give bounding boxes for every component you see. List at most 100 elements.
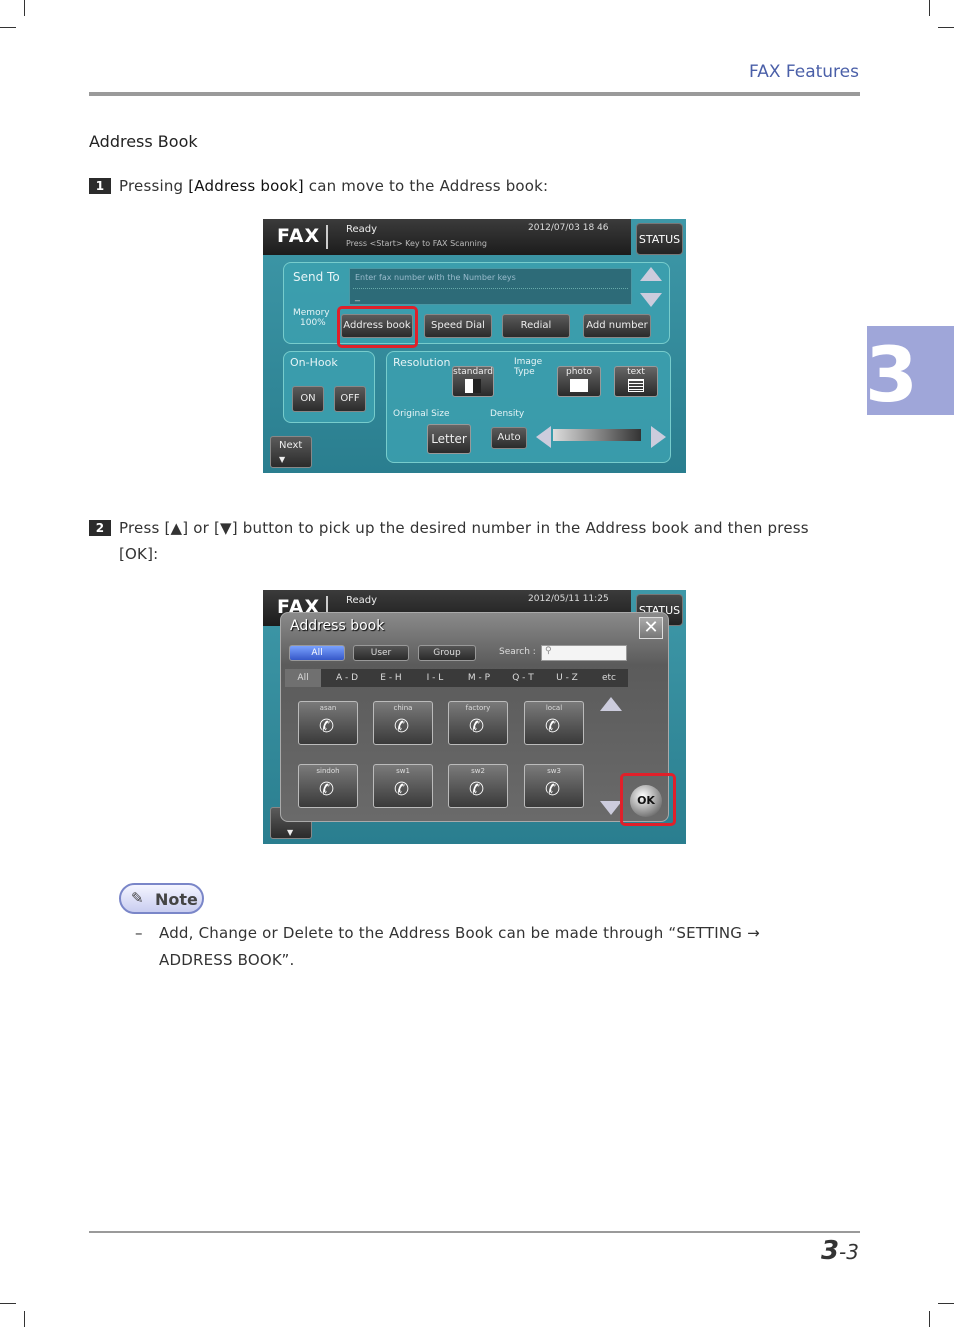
image-type-photo-button[interactable]: photo [557,366,601,397]
redial-button[interactable]: Redial [502,314,570,338]
next-button[interactable]: Next ▼ [270,436,312,468]
image-type-text-button[interactable]: text [614,366,658,397]
phone-icon: ✆ [545,779,561,800]
note-text: – Add, Change or Delete to the Address Bo… [135,920,760,974]
input-dotted-line [353,288,628,289]
step-text: Pressing [119,177,189,195]
address-entry[interactable]: sw2 ✆ [448,764,508,808]
speed-dial-button[interactable]: Speed Dial [424,314,492,338]
chevron-down-icon: ▼ [287,828,294,837]
search-icon: ⚲ [545,646,552,656]
note-line: ADDRESS BOOK”. [159,951,295,969]
step-text: Press [▲] or [▼] button to pick up the d… [119,519,809,537]
tab-all[interactable]: All [285,669,321,687]
filter-group-button[interactable]: Group [418,645,476,661]
page-num: 3 [846,1240,859,1264]
image-type-label: Image [514,357,543,367]
density-slider[interactable] [553,429,641,441]
divider [326,225,328,249]
density-increase-icon[interactable] [651,426,666,448]
scroll-down-icon[interactable] [600,801,622,815]
crop-mark [0,1303,16,1304]
pencil-icon: ✎ [131,889,144,907]
checker-icon [465,379,481,393]
entry-name: asan [319,704,337,712]
tab-e-h[interactable]: E - H [369,669,413,687]
filter-all-button[interactable]: All [289,645,345,661]
original-size-letter-button[interactable]: Letter [427,424,471,454]
crop-mark [0,27,16,28]
on-button[interactable]: ON [292,386,324,412]
address-entry[interactable]: sw3 ✆ [524,764,584,808]
memory-percent: 100% [300,318,326,328]
scroll-down-icon[interactable] [640,293,662,307]
address-entry[interactable]: factory ✆ [448,701,508,745]
add-number-button[interactable]: Add number [583,314,651,338]
datetime: 2012/05/11 11:25 [528,594,609,604]
hint-text: Press <Start> Key to FAX Scanning [346,239,487,248]
resolution-label: Resolution [393,356,451,369]
input-cursor: _ [355,291,360,302]
tab-u-z[interactable]: U - Z [545,669,589,687]
standard-label: standard [453,367,493,377]
tab-etc[interactable]: etc [589,669,629,687]
address-entry[interactable]: sw1 ✆ [373,764,433,808]
note-label: Note [155,890,198,909]
tab-a-d[interactable]: A - D [325,669,369,687]
memory-label: Memory [293,308,330,318]
dialog-title: Address book [290,618,385,634]
phone-icon: ✆ [469,779,485,800]
phone-icon: ✆ [469,716,485,737]
step-number: 1 [89,178,111,194]
text-label: text [627,367,645,377]
send-to-label: Send To [293,270,340,284]
phone-icon: ✆ [545,716,561,737]
entry-name: factory [465,704,491,712]
phone-icon: ✆ [394,716,410,737]
step-highlight: [Address book] [188,177,304,195]
chevron-down-icon: ▼ [279,455,286,464]
crop-mark [24,0,25,16]
scroll-up-icon[interactable] [640,267,662,281]
step-1: 1 Pressing [Address book] can move to the… [89,173,548,199]
filter-user-button[interactable]: User [353,645,409,661]
status-text: Ready [346,595,378,606]
page-chapter: 3 [820,1236,840,1266]
density-auto-button[interactable]: Auto [491,427,527,449]
tab-i-l[interactable]: I - L [413,669,457,687]
tab-m-p[interactable]: M - P [457,669,501,687]
tab-q-t[interactable]: Q - T [501,669,545,687]
close-icon[interactable]: ✕ [639,617,663,639]
fax-top-bar: FAX Ready Press <Start> Key to FAX Scann… [263,219,631,255]
fax-title: FAX [277,225,321,247]
scroll-up-icon[interactable] [600,697,622,711]
address-entry[interactable]: china ✆ [373,701,433,745]
search-label: Search : [499,647,536,657]
step-number: 2 [89,520,111,536]
off-button[interactable]: OFF [334,386,366,412]
entry-name: local [545,704,563,712]
fax-number-input[interactable]: Enter fax number with the Number keys _ [349,268,632,305]
search-input[interactable]: ⚲ [541,645,627,661]
on-hook-label: On-Hook [290,356,338,369]
footer-rule [89,1231,860,1233]
photo-label: photo [566,367,592,377]
density-decrease-icon[interactable] [536,426,551,448]
chapter-number: 3 [865,330,918,419]
alphabet-tabs: All A - D E - H I - L M - P Q - T U - Z … [285,669,628,687]
status-text: Ready [346,224,378,235]
resolution-standard-button[interactable]: standard [452,366,494,397]
note-dash: – [135,924,143,942]
address-entry[interactable]: sindoh ✆ [298,764,358,808]
highlight-box [620,773,676,826]
status-button[interactable]: STATUS [636,223,683,255]
entry-name: sw3 [547,767,561,775]
address-entry[interactable]: local ✆ [524,701,584,745]
address-entry[interactable]: asan ✆ [298,701,358,745]
step-text: [OK]: [119,545,159,563]
crop-mark [929,1311,930,1327]
entry-name: sw1 [396,767,410,775]
note-badge: ✎ Note [119,883,204,914]
entry-name: sw2 [471,767,485,775]
running-header: FAX Features [749,62,859,82]
